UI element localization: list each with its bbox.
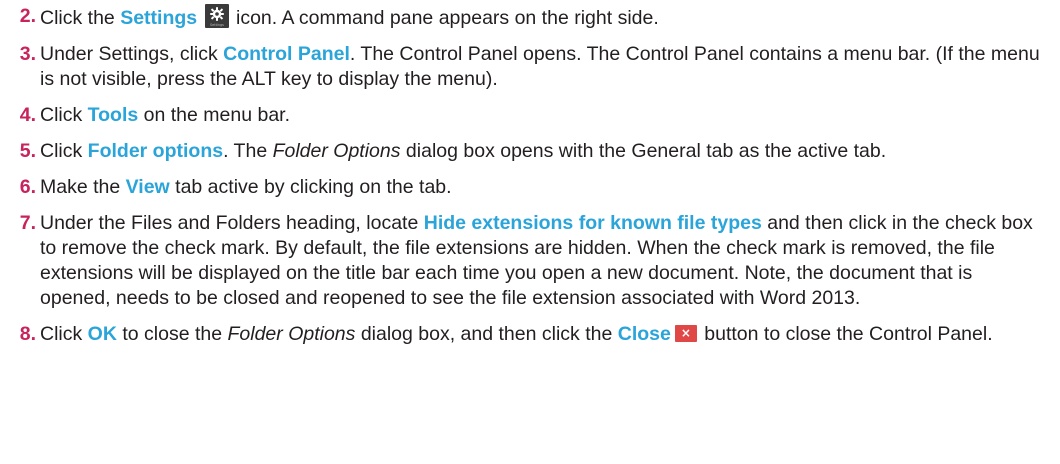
settings-icon-caption: Settings <box>210 23 224 27</box>
step-text: Under Settings, click <box>40 43 224 65</box>
step-8: 8. Click OK to close the Folder Options d… <box>0 322 1060 347</box>
step-number: 2. <box>19 5 36 27</box>
keyword-view: View <box>125 176 170 198</box>
step-5: 5. Click Folder options. The Folder Optio… <box>0 139 1060 164</box>
step-text: dialog box opens with the General tab as… <box>400 140 887 162</box>
step-7: 7. Under the Files and Folders heading, l… <box>0 211 1060 311</box>
step-text: dialog box, and then click the <box>355 323 618 345</box>
step-number: 6. <box>19 176 36 198</box>
step-text: . The <box>223 140 273 162</box>
keyword-control-panel: Control Panel <box>223 43 350 65</box>
dialog-name: Folder Options <box>227 323 356 345</box>
step-4: 4. Click Tools on the menu bar. <box>0 103 1060 128</box>
step-text: on the menu bar. <box>138 104 291 126</box>
keyword-tools: Tools <box>87 104 139 126</box>
step-text: Click the <box>40 7 121 29</box>
instruction-list: 2. Click the Settings Settings icon. A co… <box>0 0 1060 464</box>
step-text: Click <box>40 140 88 162</box>
keyword-settings: Settings <box>120 7 198 29</box>
settings-gear-icon: Settings <box>204 4 229 28</box>
step-text: Under the Files and Folders heading, loc… <box>40 212 424 234</box>
step-text: Click <box>40 323 88 345</box>
step-3: 3. Under Settings, click Control Panel. T… <box>0 42 1060 92</box>
step-text: icon. A command pane appears on the righ… <box>230 7 659 29</box>
keyword-hide-extensions: Hide extensions for known file types <box>423 212 762 234</box>
step-number: 8. <box>19 323 36 345</box>
step-text: button to close the Control Panel. <box>698 323 993 345</box>
step-number: 3. <box>19 43 36 65</box>
step-text: Make the <box>40 176 126 198</box>
dialog-name: Folder Options <box>272 140 401 162</box>
keyword-ok: OK <box>87 323 117 345</box>
step-2: 2. Click the Settings Settings icon. A co… <box>0 4 1060 31</box>
step-text: tab active by clicking on the tab. <box>169 176 452 198</box>
step-text: Click <box>40 104 88 126</box>
step-number: 4. <box>19 104 36 126</box>
close-icon-glyph: × <box>680 326 691 340</box>
step-number: 7. <box>19 212 36 234</box>
close-x-icon: × <box>674 325 697 342</box>
step-number: 5. <box>19 140 36 162</box>
step-text: to close the <box>116 323 228 345</box>
keyword-close: Close <box>617 323 671 345</box>
step-6: 6. Make the View tab active by clicking o… <box>0 175 1060 200</box>
keyword-folder-options: Folder options <box>87 140 224 162</box>
